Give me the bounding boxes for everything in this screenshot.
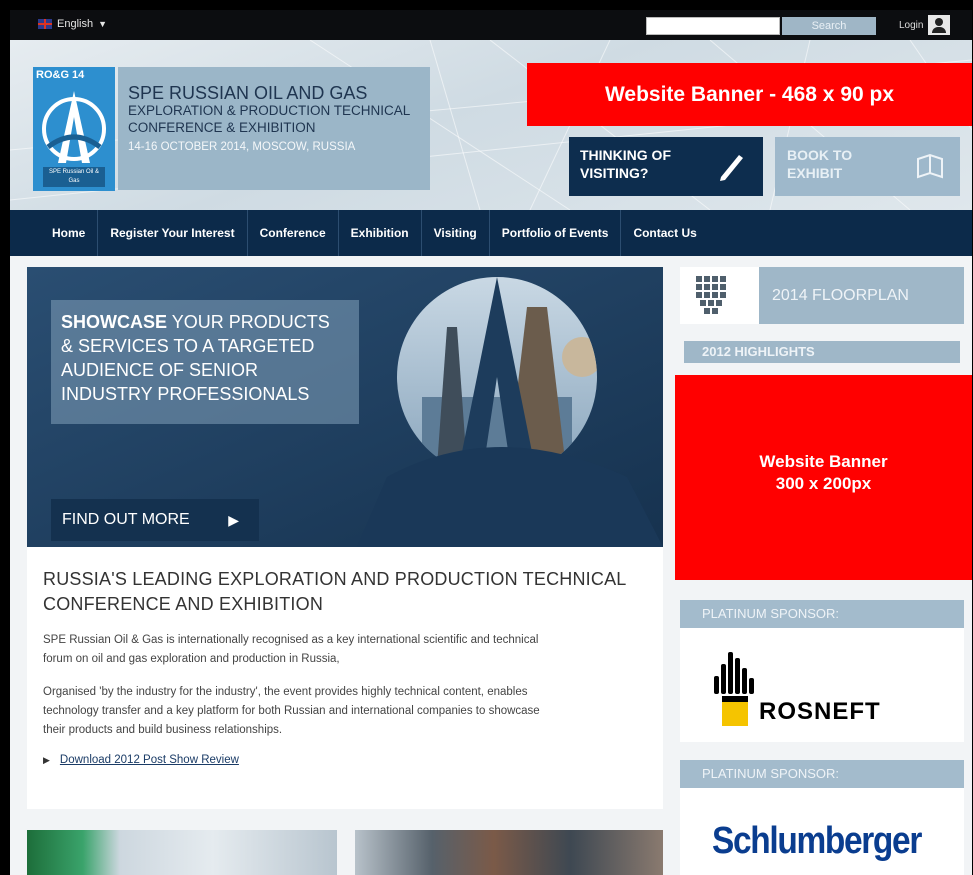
conference-subtitle-2: CONFERENCE & EXHIBITION [128,120,316,135]
paragraph-2-line-1: Organised 'by the industry for the indus… [43,686,528,698]
find-out-more-label: FIND OUT MORE [62,511,190,528]
hero-headline: SHOWCASE YOUR PRODUCTS & SERVICES TO A T… [51,300,359,424]
banner-300-line-2: 300 x 200px [775,474,872,493]
nav-conference[interactable]: Conference [248,210,339,256]
conference-subtitle-1: EXPLORATION & PRODUCTION TECHNICAL [128,103,411,118]
website-banner-300[interactable]: Website Banner 300 x 200px [675,375,972,580]
schlumberger-wordmark: Schlumberger [712,820,922,862]
download-review: ▶ Download 2012 Post Show Review [43,754,651,766]
website-banner-468[interactable]: Website Banner - 468 x 90 px [527,63,972,126]
nav-portfolio-of-events[interactable]: Portfolio of Events [490,210,622,256]
article-paragraph-1: SPE Russian Oil & Gas is internationally… [43,631,651,669]
logo-subtitle: SPE Russian Oil & Gas [43,167,105,187]
rosneft-logo-icon [714,652,754,726]
language-selector[interactable]: English ▼ [38,18,107,30]
hero-text-1: YOUR PRODUCTS [167,312,330,332]
find-out-more-button[interactable]: FIND OUT MORE ▶ [51,499,259,541]
search-button[interactable]: Search [782,17,876,35]
logo-text: RO&G 14 [36,69,85,81]
book-to-exhibit-button[interactable]: BOOK TO EXHIBIT [775,137,960,196]
floorplan-icon [696,276,726,314]
nav-contact-us[interactable]: Contact Us [621,210,708,256]
article-title: RUSSIA'S LEADING EXPLORATION AND PRODUCT… [43,567,651,617]
thinking-of-visiting-button[interactable]: THINKING OF VISITING? [569,137,763,196]
web-page: English ▼ Search Login RO&G 14 SPE Russi… [10,10,972,875]
gallery-thumbnail-1[interactable] [27,830,337,875]
pencil-icon [720,155,743,181]
sponsor-schlumberger[interactable]: Schlumberger [680,788,964,875]
caret-down-icon: ▼ [98,19,107,29]
nav-exhibition[interactable]: Exhibition [339,210,422,256]
article-paragraph-2: Organised 'by the industry for the indus… [43,683,651,740]
hero-text-3: AUDIENCE OF SENIOR [61,360,259,380]
gallery-thumbnail-2[interactable] [355,830,663,875]
intro-article: RUSSIA'S LEADING EXPLORATION AND PRODUCT… [27,547,663,809]
language-label: English [57,18,94,30]
floorplan-label: 2014 FLOORPLAN [759,267,964,324]
login-link[interactable]: Login [899,20,923,31]
download-review-link[interactable]: Download 2012 Post Show Review [60,754,239,766]
main-navigation: Home Register Your Interest Conference E… [10,210,972,256]
article-title-line-1: RUSSIA'S LEADING EXPLORATION AND PRODUCT… [43,569,627,589]
exhibition-booth-icon [917,153,943,179]
conference-date: 14-16 OCTOBER 2014, MOSCOW, RUSSIA [128,141,356,153]
highlights-heading[interactable]: 2012 HIGHLIGHTS [684,341,960,363]
sponsor-rosneft[interactable]: ROSNEFT [680,628,964,742]
conference-title: SPE RUSSIAN OIL AND GAS [128,83,368,103]
nav-register-interest[interactable]: Register Your Interest [98,210,248,256]
paragraph-1-line-1: SPE Russian Oil & Gas is internationally… [43,634,539,646]
screenshot-frame: English ▼ Search Login RO&G 14 SPE Russi… [0,0,973,875]
conference-title-panel: SPE RUSSIAN OIL AND GAS EXPLORATION & PR… [118,67,430,190]
site-header: RO&G 14 SPE Russian Oil & Gas SPE RUSSIA… [10,40,972,210]
play-arrow-icon: ▶ [228,512,239,528]
user-icon[interactable] [928,15,950,35]
uk-flag-icon [38,19,52,29]
hero-banner[interactable]: SHOWCASE YOUR PRODUCTS & SERVICES TO A T… [27,267,663,547]
rosneft-wordmark: ROSNEFT [759,698,881,725]
event-logo[interactable]: RO&G 14 SPE Russian Oil & Gas [33,67,115,191]
logo-mark-icon [42,91,106,163]
banner-300-line-1: Website Banner [759,452,888,471]
paragraph-2-line-3: their products and build business relati… [43,724,283,736]
floorplan-button[interactable]: 2014 FLOORPLAN [680,267,964,324]
sponsor-heading-1: PLATINUM SPONSOR: [680,600,964,628]
hero-highlight: SHOWCASE [61,312,168,332]
hero-text-2: & SERVICES TO A TARGETED [61,336,315,356]
bullet-arrow-icon: ▶ [43,754,50,765]
article-title-line-2: CONFERENCE AND EXHIBITION [43,594,324,614]
top-bar: English ▼ Search Login [10,10,972,40]
nav-home[interactable]: Home [10,210,99,256]
paragraph-2-line-2: technology transfer and a key platform f… [43,705,540,717]
paragraph-1-line-2: forum on oil and gas exploration and pro… [43,653,340,665]
sponsor-heading-2: PLATINUM SPONSOR: [680,760,964,788]
search-input[interactable] [646,17,780,35]
hero-text-4: INDUSTRY PROFESSIONALS [61,384,310,404]
nav-visiting[interactable]: Visiting [422,210,490,256]
